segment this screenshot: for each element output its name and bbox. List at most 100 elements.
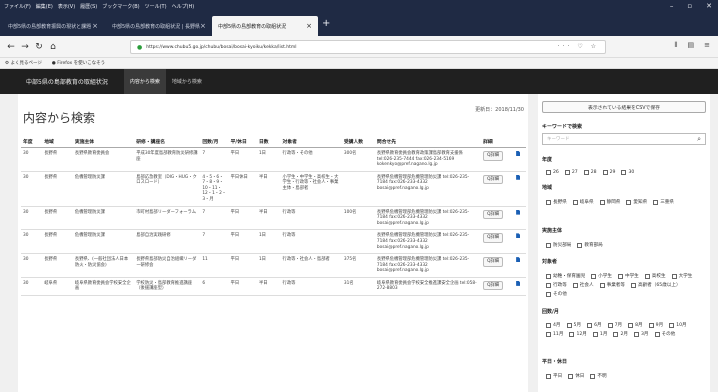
menu-item[interactable]: 表示(V) — [58, 3, 75, 10]
checkbox-box[interactable] — [648, 322, 654, 328]
day-checkbox[interactable]: 不明 — [590, 373, 607, 379]
maximize-icon[interactable]: ▫ — [687, 2, 692, 10]
checkbox-box[interactable] — [546, 242, 551, 248]
browser-tab[interactable]: 中部5県の島部教育の取組状況 | 長野県 × — [106, 16, 210, 36]
checkbox-box[interactable] — [564, 170, 570, 175]
month-checkbox[interactable]: 9月 — [648, 322, 663, 328]
library-icon[interactable]: ⫴ — [675, 41, 678, 50]
body-checkbox[interactable]: 教育部局 — [577, 242, 603, 248]
checkbox-box[interactable] — [546, 199, 551, 205]
checkbox-box[interactable] — [602, 170, 608, 175]
target-checkbox[interactable]: 小学生 — [591, 273, 612, 279]
month-checkbox[interactable]: 5月 — [566, 322, 581, 328]
checkbox-box[interactable] — [587, 322, 593, 328]
checkbox-box[interactable] — [617, 273, 623, 279]
keyword-search-input[interactable]: キーワード ⌕ — [542, 133, 706, 145]
file-icon[interactable] — [516, 233, 521, 239]
bookmark-item[interactable]: ● Firefox を使いこなそう — [52, 60, 105, 66]
target-checkbox[interactable]: 高校生 — [644, 273, 666, 279]
checkbox-box[interactable] — [577, 242, 583, 248]
page-actions-icon[interactable]: ··· ♡ ☆ — [558, 43, 599, 50]
checkbox-box[interactable] — [621, 170, 627, 175]
reload-icon[interactable]: ↻ — [32, 40, 46, 54]
tab-close-icon[interactable]: × — [306, 22, 312, 30]
checkbox-box[interactable] — [572, 282, 578, 288]
sidebar-icon[interactable]: ▤ — [688, 41, 695, 50]
forward-icon[interactable]: → — [18, 40, 32, 54]
month-checkbox[interactable]: 8月 — [628, 322, 643, 328]
year-checkbox[interactable]: 27 — [564, 170, 578, 175]
checkbox-box[interactable] — [572, 199, 578, 205]
target-checkbox[interactable]: 幼稚・保育園児 — [546, 273, 585, 279]
search-icon[interactable]: ⌕ — [697, 135, 701, 144]
month-checkbox[interactable]: その他 — [654, 331, 675, 337]
file-icon[interactable] — [516, 280, 521, 286]
detail-button[interactable]: Q詳細 — [483, 257, 504, 267]
checkbox-box[interactable] — [599, 199, 605, 205]
detail-button[interactable]: Q詳細 — [483, 233, 504, 243]
menu-item[interactable]: 履歴(S) — [80, 3, 97, 10]
checkbox-box[interactable] — [546, 170, 551, 175]
checkbox-box[interactable] — [626, 199, 632, 205]
save-csv-button[interactable]: 表示されている結果をCSVで保存 — [542, 101, 706, 113]
checkbox-box[interactable] — [566, 322, 572, 328]
detail-button[interactable]: Q詳細 — [483, 174, 504, 185]
nav-search-by-content[interactable]: 内容から検索 — [123, 69, 166, 94]
detail-button[interactable]: Q詳細 — [483, 151, 504, 161]
checkbox-box[interactable] — [568, 373, 574, 379]
checkbox-box[interactable] — [546, 373, 551, 379]
checkbox-box[interactable] — [654, 331, 660, 337]
browser-tab[interactable]: 中部5県の島部教育振興の現状と課題 × — [2, 16, 104, 36]
checkbox-box[interactable] — [546, 322, 551, 328]
checkbox-box[interactable] — [592, 331, 598, 337]
month-checkbox[interactable]: 6月 — [587, 322, 602, 328]
menu-item[interactable]: ヘルプ(H) — [172, 3, 195, 10]
target-checkbox[interactable]: 中学生 — [617, 273, 639, 279]
checkbox-box[interactable] — [607, 322, 613, 328]
month-checkbox[interactable]: 10月 — [669, 322, 687, 328]
region-checkbox[interactable]: 岐阜県 — [572, 199, 594, 205]
checkbox-box[interactable] — [583, 170, 589, 175]
menu-item[interactable]: 編集(E) — [36, 3, 53, 10]
checkbox-box[interactable] — [591, 273, 597, 279]
detail-button[interactable]: Q詳細 — [483, 280, 504, 291]
site-title[interactable]: 中部5県の島部教育の取組状況 — [26, 77, 108, 86]
bookmark-item[interactable]: ⚙ よく見るページ — [5, 60, 42, 66]
url-bar[interactable]: ● https://www.chubu5.go.jp/chubu/bosai/b… — [130, 40, 606, 54]
checkbox-box[interactable] — [546, 282, 551, 288]
checkbox-box[interactable] — [633, 331, 639, 337]
target-checkbox[interactable]: 行政等 — [546, 282, 567, 288]
target-checkbox[interactable]: 大学生 — [671, 273, 692, 279]
file-icon[interactable] — [516, 209, 521, 215]
browser-tab-active[interactable]: 中部5県の島部教育の取組状況 × — [212, 16, 318, 36]
day-checkbox[interactable]: 休日 — [568, 373, 584, 379]
checkbox-box[interactable] — [546, 331, 551, 337]
file-icon[interactable] — [516, 257, 521, 263]
home-icon[interactable]: ⌂ — [46, 40, 60, 54]
checkbox-box[interactable] — [546, 273, 551, 279]
detail-button[interactable]: Q詳細 — [483, 209, 504, 220]
month-checkbox[interactable]: 2月 — [613, 331, 628, 337]
target-checkbox[interactable]: その他 — [546, 291, 567, 297]
menu-item[interactable]: ツール(T) — [145, 3, 167, 10]
target-checkbox[interactable]: 社会人 — [572, 282, 594, 288]
menu-item[interactable]: ブックマーク(B) — [102, 3, 139, 10]
region-checkbox[interactable]: 愛知県 — [626, 199, 647, 205]
file-icon[interactable] — [516, 151, 521, 156]
checkbox-box[interactable] — [569, 331, 575, 337]
target-checkbox[interactable]: 高齢者（65歳以上） — [630, 282, 681, 288]
checkbox-box[interactable] — [590, 373, 596, 379]
tab-close-icon[interactable]: × — [200, 22, 206, 30]
body-checkbox[interactable]: 防災部局 — [546, 242, 571, 248]
year-checkbox[interactable]: 29 — [602, 170, 615, 175]
checkbox-box[interactable] — [671, 273, 677, 279]
month-checkbox[interactable]: 4月 — [546, 322, 561, 328]
tab-close-icon[interactable]: × — [92, 22, 98, 30]
close-icon[interactable]: ✕ — [706, 2, 712, 10]
checkbox-box[interactable] — [630, 282, 636, 288]
month-checkbox[interactable]: 3月 — [633, 331, 649, 337]
menu-icon[interactable]: ≡ — [704, 41, 710, 50]
month-checkbox[interactable]: 1月 — [592, 331, 607, 337]
day-checkbox[interactable]: 平日 — [546, 373, 562, 379]
new-tab-icon[interactable]: + — [322, 18, 330, 29]
